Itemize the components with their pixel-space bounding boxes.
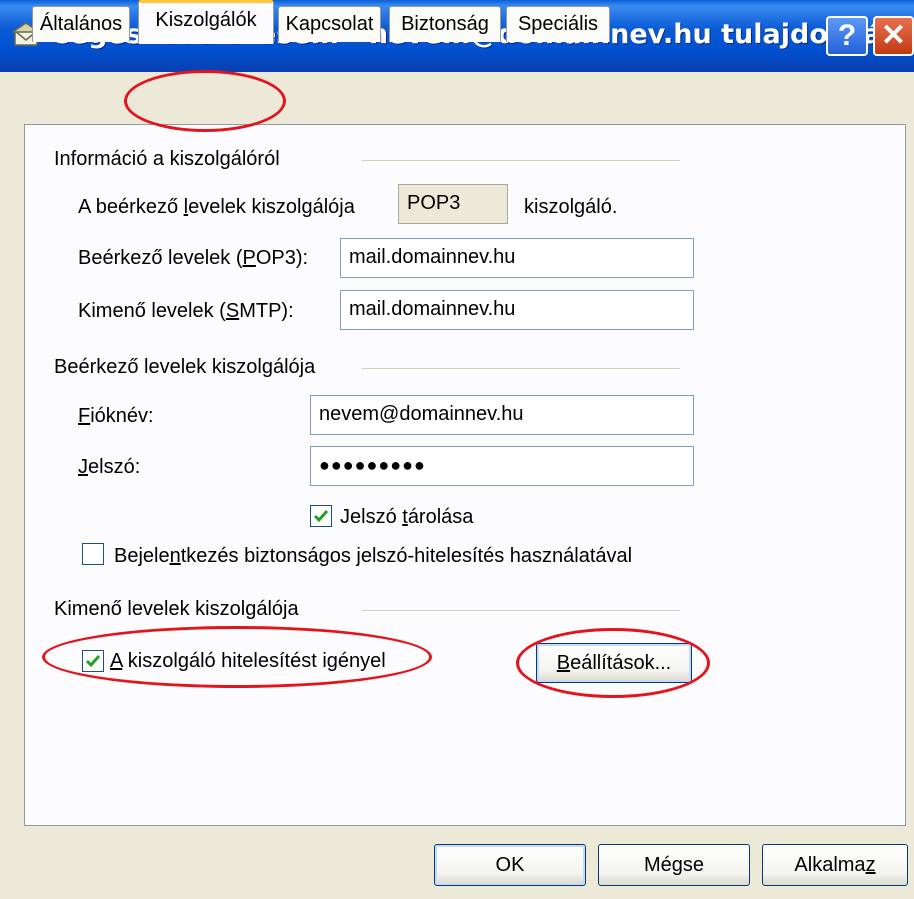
settings-button[interactable]: Beállítások... [536,643,692,683]
group-divider [362,610,680,611]
help-button[interactable]: ? [826,16,868,56]
group-divider [362,160,680,161]
close-button[interactable]: ✕ [873,16,914,56]
cancel-button[interactable]: Mégse [598,844,750,886]
account-name-label: Fióknév: [78,405,154,427]
password-input[interactable]: ●●●●●●●●● [310,446,694,486]
remember-password-label[interactable]: Jelszó tárolása [340,506,473,529]
tab-connection[interactable]: Kapcsolat [278,6,381,42]
incoming-type-label: A beérkező levelek kiszolgálója [78,196,355,218]
tab-connection-label: Kapcsolat [285,13,374,35]
group-title-server-info: Információ a kiszolgálóról [54,148,280,170]
password-label: Jelszó: [78,456,141,478]
tab-general[interactable]: Általános [32,6,130,42]
tab-servers[interactable]: Kiszolgálók [138,0,274,44]
properties-dialog: Céges levelezésem - nevem@domainnev.hu t… [0,0,914,899]
tab-advanced[interactable]: Speciális [506,6,610,42]
group-title-outgoing-server: Kimenő levelek kiszolgálója [54,598,299,620]
help-icon: ? [837,19,857,52]
close-icon: ✕ [880,19,907,52]
pop3-label: Beérkező levelek (POP3): [78,247,309,269]
smtp-label: Kimenő levelek (SMTP): [78,300,294,322]
pop3-server-input[interactable]: mail.domainnev.hu [340,238,694,278]
smtp-auth-checkbox[interactable] [82,650,104,672]
ok-button[interactable]: OK [434,844,586,886]
smtp-server-input[interactable]: mail.domainnev.hu [340,290,694,330]
spa-label[interactable]: Bejelentkezés biztonságos jelszó-hiteles… [114,545,632,568]
tab-security[interactable]: Biztonság [389,6,501,42]
account-name-input[interactable]: nevem@domainnev.hu [310,395,694,435]
annotation-ellipse-tab [124,70,286,132]
apply-button[interactable]: Alkalmaz [762,844,908,886]
incoming-type-field: POP3 [398,184,508,224]
checkmark-icon [313,510,329,523]
tab-security-label: Biztonság [401,13,489,35]
tab-servers-label: Kiszolgálók [155,9,257,31]
group-divider [362,368,680,369]
spa-checkbox[interactable] [82,543,104,565]
tab-general-label: Általános [39,13,123,35]
smtp-auth-label[interactable]: A kiszolgáló hitelesítést igényel [110,650,386,673]
group-title-incoming-server: Beérkező levelek kiszolgálója [54,356,316,378]
incoming-type-suffix: kiszolgáló. [524,196,618,218]
checkmark-icon [85,655,101,668]
remember-password-checkbox[interactable] [310,505,332,527]
tab-advanced-label: Speciális [517,13,599,35]
